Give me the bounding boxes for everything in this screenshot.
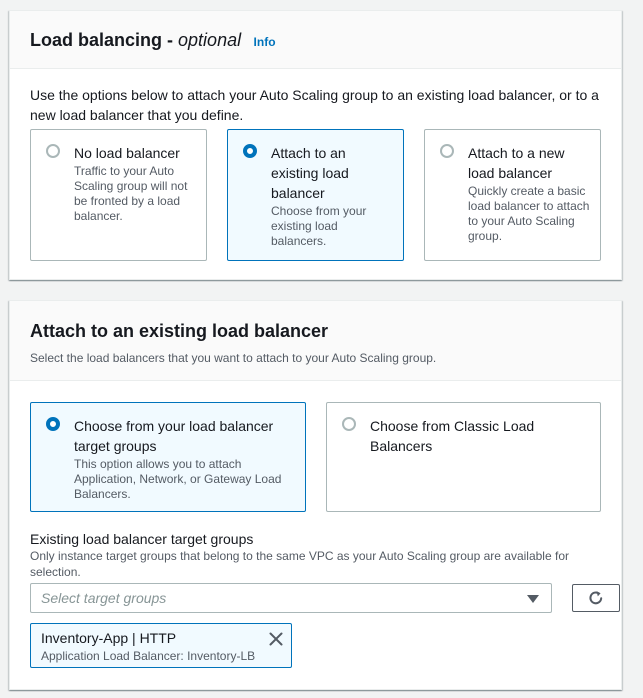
option-label: Choose from Classic Load Balancers (370, 418, 535, 454)
option-description: Quickly create a basic load balancer to … (468, 184, 590, 243)
refresh-button[interactable] (572, 584, 620, 612)
info-link[interactable]: Info (254, 35, 276, 49)
option-attach-existing-load-balancer[interactable]: Attach to an existing load balancer Choo… (227, 129, 404, 261)
option-attach-new-load-balancer[interactable]: Attach to a new load balancer Quickly cr… (424, 129, 601, 261)
target-groups-select[interactable]: Select target groups (30, 583, 552, 613)
refresh-icon (589, 591, 603, 605)
option-label: Choose from your load balancer target gr… (74, 418, 274, 454)
load-balancing-description: Use the options below to attach your Aut… (30, 87, 599, 123)
radio-choose-target-groups[interactable] (46, 417, 60, 431)
option-description: Choose from your existing load balancers… (271, 204, 367, 248)
load-balancing-title: Load balancing - optional (30, 30, 242, 50)
attach-existing-title: Attach to an existing load balancer (30, 321, 329, 341)
load-balancing-header: Load balancing - optional Info (10, 11, 621, 69)
target-groups-label: Existing load balancer target groups (30, 531, 254, 547)
selected-target-group-token: Inventory-App | HTTP Application Load Ba… (30, 623, 292, 668)
radio-attach-existing-load-balancer[interactable] (243, 144, 257, 158)
option-label: Attach to an existing load balancer (271, 145, 349, 201)
token-title: Inventory-App | HTTP (41, 630, 177, 646)
option-label: Attach to a new load balancer (468, 145, 565, 181)
token-description: Application Load Balancer: Inventory-LB (41, 649, 256, 663)
radio-no-load-balancer[interactable] (46, 144, 60, 158)
attach-existing-description: Select the load balancers that you want … (30, 351, 437, 365)
target-groups-description: Only instance target groups that belong … (30, 549, 569, 579)
option-no-load-balancer[interactable]: No load balancer Traffic to your Auto Sc… (30, 129, 207, 261)
radio-attach-new-load-balancer[interactable] (440, 144, 454, 158)
option-label: No load balancer (74, 145, 180, 161)
option-choose-target-groups[interactable]: Choose from your load balancer target gr… (30, 402, 306, 512)
close-icon[interactable] (269, 632, 283, 646)
caret-down-icon (527, 595, 539, 603)
select-placeholder: Select target groups (41, 590, 167, 606)
radio-choose-classic-load-balancers[interactable] (342, 417, 356, 431)
option-description: This option allows you to attach Applica… (74, 457, 282, 501)
option-choose-classic-load-balancers[interactable]: Choose from Classic Load Balancers (326, 402, 601, 512)
attach-existing-header: Attach to an existing load balancer Sele… (10, 301, 621, 381)
option-description: Traffic to your Auto Scaling group will … (74, 164, 188, 223)
load-balancing-panel: Load balancing - optional Info Use the o… (9, 10, 622, 280)
attach-existing-panel: Attach to an existing load balancer Sele… (9, 300, 622, 690)
